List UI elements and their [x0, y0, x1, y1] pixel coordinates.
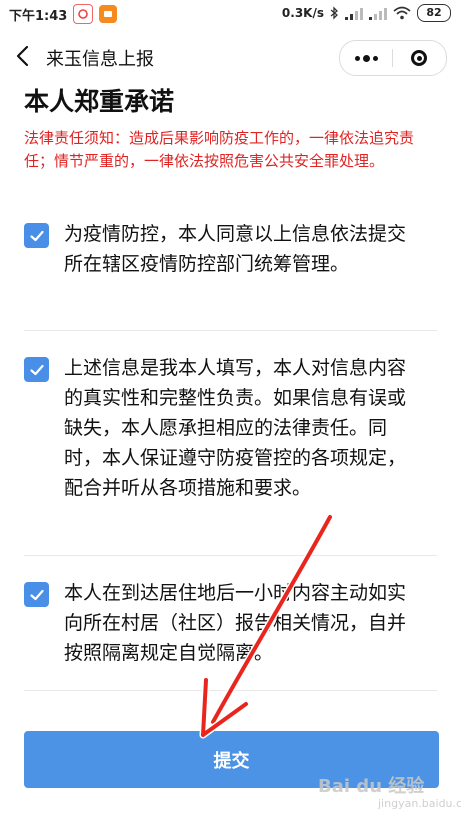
status-bar: 下午1:43 0.3K/s 82	[0, 0, 461, 26]
pledge-divider-1	[24, 330, 437, 331]
more-dot-right	[372, 55, 378, 61]
checkmark-icon	[29, 364, 44, 375]
more-menu-button[interactable]	[340, 54, 392, 62]
pledge-checkbox-2[interactable]	[24, 357, 49, 382]
mini-program-capsule	[339, 40, 447, 76]
signal-icon	[345, 7, 363, 20]
checkmark-icon	[29, 589, 44, 600]
pledge-divider-3	[24, 690, 437, 691]
battery-level: 82	[417, 4, 451, 22]
watermark-logo: Bai du 经验	[318, 776, 425, 797]
pledge-checkbox-3[interactable]	[24, 582, 49, 607]
notification-taobao-icon	[99, 5, 118, 23]
bluetooth-icon	[330, 6, 338, 20]
nav-bar: 来玉信息上报	[0, 32, 461, 80]
more-dot-center	[362, 54, 370, 62]
target-close-core	[416, 55, 422, 61]
status-time: 下午1:43	[9, 8, 68, 24]
target-close-icon	[411, 50, 427, 66]
pledge-text-1: 为疫情防控，本人同意以上信息依法提交所在辖区疫情防控部门统筹管理。	[64, 223, 407, 275]
signal-icon-2	[369, 7, 387, 20]
checkmark-icon	[29, 230, 44, 241]
notification-app-icon	[73, 4, 94, 24]
pledge-text-2: 上述信息是我本人填写，本人对信息内容的真实性和完整性负责。如果信息有误或缺失，本…	[64, 357, 407, 499]
close-mini-program-button[interactable]	[393, 50, 445, 66]
legal-notice: 法律责任须知：造成后果影响防疫工作的，一律依法追究责任；情节严重的，一律依法按照…	[24, 129, 415, 170]
nav-title: 来玉信息上报	[46, 49, 154, 70]
wifi-icon	[393, 6, 411, 20]
pledge-text-3: 本人在到达居住地后一小时内容主动如实向所在村居（社区）报告相关情况，自并按照隔离…	[64, 582, 407, 664]
watermark-url: jingyan.baidu.com	[378, 797, 461, 810]
status-right: 0.3K/s 82	[282, 4, 451, 22]
back-arrow-icon[interactable]	[14, 44, 32, 68]
page-title: 本人郑重承诺	[24, 87, 175, 116]
net-speed: 0.3K/s	[281, 6, 324, 20]
pledge-divider-2	[24, 555, 437, 556]
status-left: 下午1:43	[9, 4, 118, 24]
pledge-checkbox-1[interactable]	[24, 223, 49, 248]
more-dots-icon	[354, 55, 360, 61]
